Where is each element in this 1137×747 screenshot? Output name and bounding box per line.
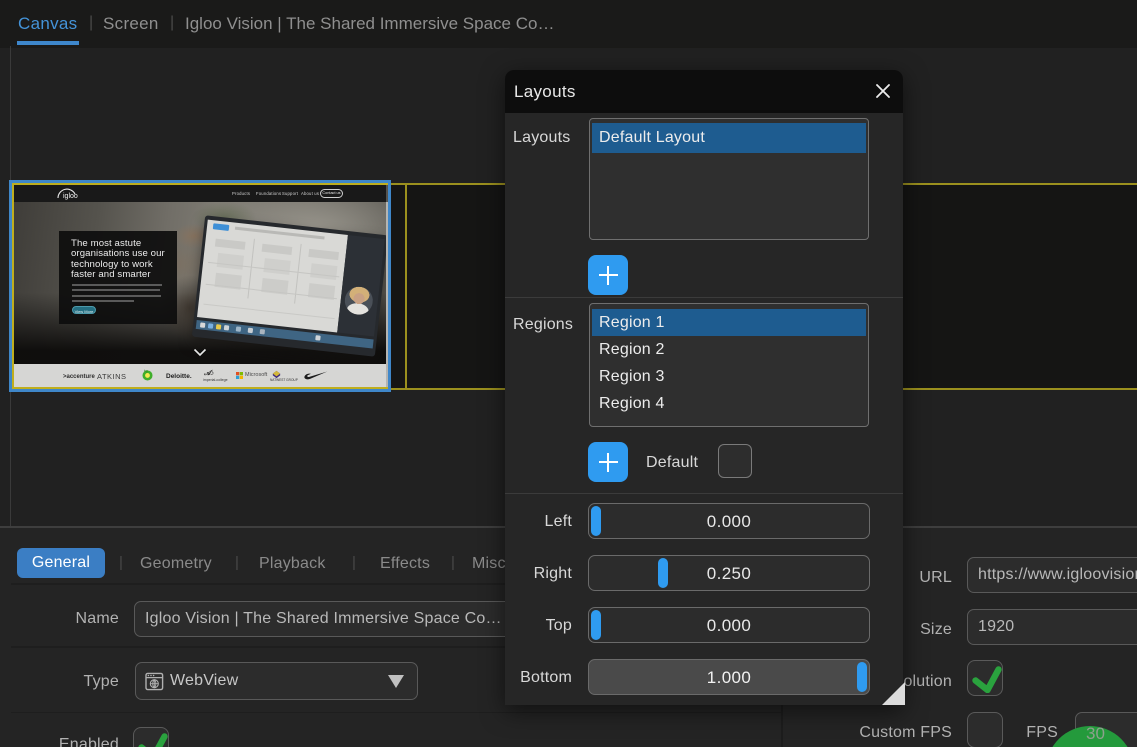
svg-text:bp: bp: [144, 369, 148, 373]
svg-text:igloo: igloo: [63, 193, 78, 200]
